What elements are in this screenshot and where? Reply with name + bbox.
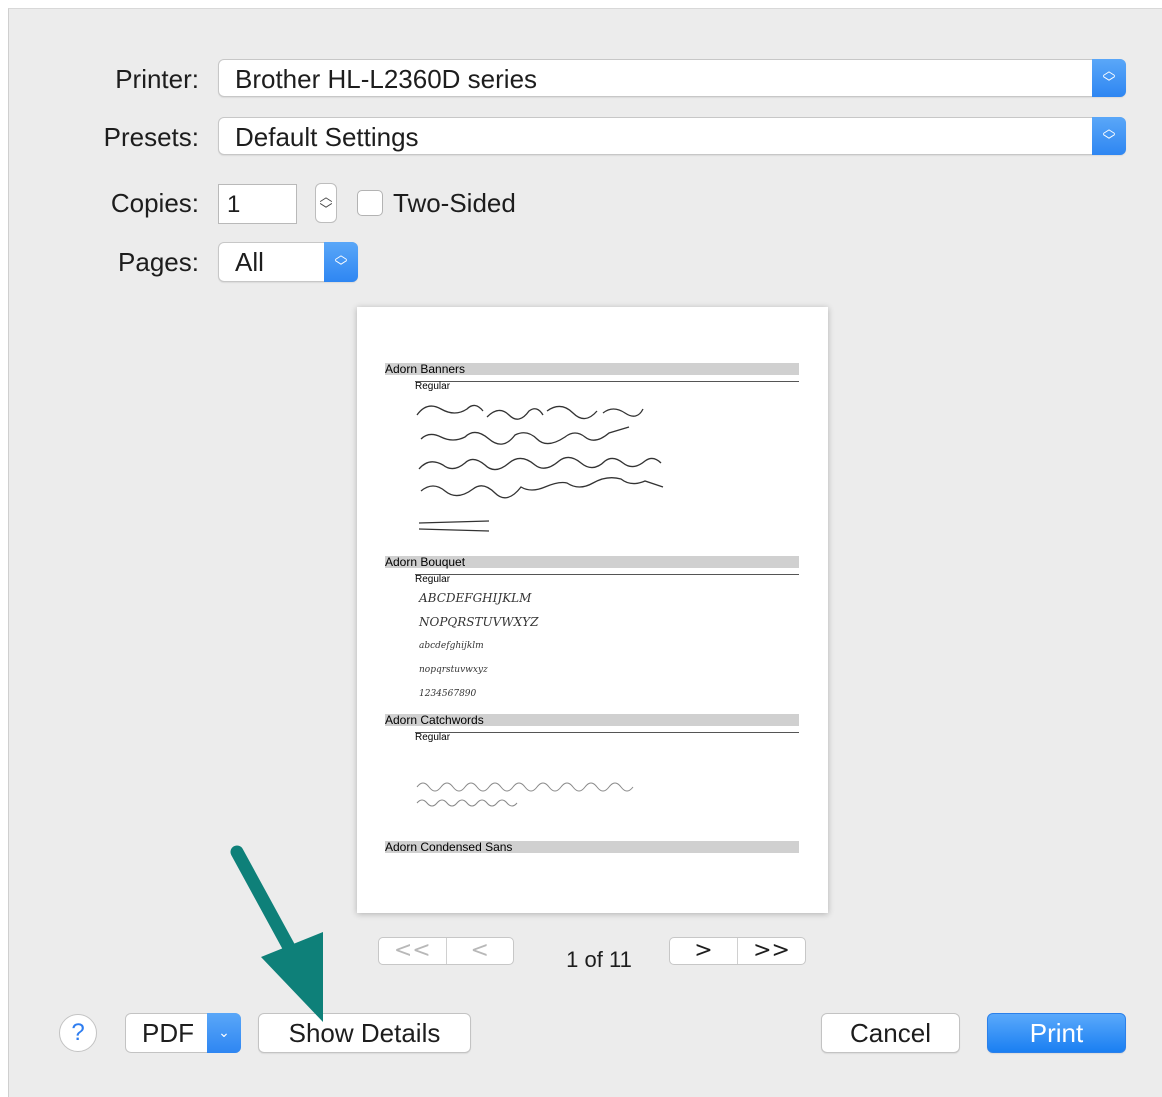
print-button[interactable]: Print [987,1013,1126,1053]
page-preview: Adorn Banners Regular Adorn Bouquet Regu… [357,307,828,913]
preview-style-label: Regular [415,381,451,392]
copies-value: 1 [227,191,241,218]
previous-page-button[interactable]: < [445,938,514,964]
preview-section-title: Adorn Condensed Sans [385,841,799,854]
divider [415,732,799,733]
preview-section-title: Adorn Banners [385,363,799,376]
decrement-icon[interactable]: ﹀ [316,204,336,217]
catchwords-glyphs-illustration [416,782,634,807]
divider [415,381,799,382]
copies-stepper[interactable]: ︿ ﹀ [315,183,337,223]
divider [415,574,799,575]
printer-label: Printer: [115,64,199,94]
next-page-button[interactable]: > [670,938,737,964]
help-button[interactable]: ? [59,1014,97,1052]
printer-value: Brother HL-L2360D series [235,64,538,94]
preview-sample-text: abcdefghijklm [419,641,484,651]
preview-section-title: Adorn Catchwords [385,714,799,727]
banner-glyphs-illustration [416,404,664,532]
pages-select[interactable]: All ︿ ﹀ [218,242,358,282]
pagination-forward-group: > >> [669,937,806,965]
copies-label: Copies: [110,188,199,218]
preview-sample-text: 1234567890 [419,689,477,699]
printer-select-chevrons-icon: ︿ ﹀ [1092,59,1126,97]
pdf-label: PDF [142,1018,194,1048]
annotation-arrow-icon [230,845,323,1022]
presets-select-chevrons-icon: ︿ ﹀ [1092,117,1126,155]
page-counter: 1 of 11 [566,947,632,972]
presets-value: Default Settings [235,122,419,152]
cancel-button[interactable]: Cancel [821,1013,960,1053]
first-page-button[interactable]: << [379,938,446,964]
two-sided-checkbox[interactable] [357,190,383,216]
print-dialog: Printer: Brother HL-L2360D series ︿ ﹀ Pre… [8,8,1162,1097]
preview-sample-text: ABCDEFGHIJKLM [419,591,532,605]
preview-style-label: Regular [415,574,451,585]
presets-label: Presets: [103,122,199,152]
pages-label: Pages: [118,247,199,277]
last-page-button[interactable]: >> [737,938,805,964]
pages-value: All [235,247,264,277]
preview-section-title: Adorn Bouquet [385,556,799,569]
printer-select[interactable]: Brother HL-L2360D series ︿ ﹀ [218,59,1126,97]
preview-sample-text: nopqrstuvwxyz [419,665,488,675]
pages-select-chevrons-icon: ︿ ﹀ [324,242,358,282]
copies-input[interactable]: 1 [218,184,297,224]
two-sided-label[interactable]: Two-Sided [393,188,516,219]
preview-style-label: Regular [415,732,451,743]
presets-select[interactable]: Default Settings ︿ ﹀ [218,117,1126,155]
pagination-back-group: << < [378,937,514,965]
preview-sample-text: NOPQRSTUVWXYZ [419,615,539,629]
